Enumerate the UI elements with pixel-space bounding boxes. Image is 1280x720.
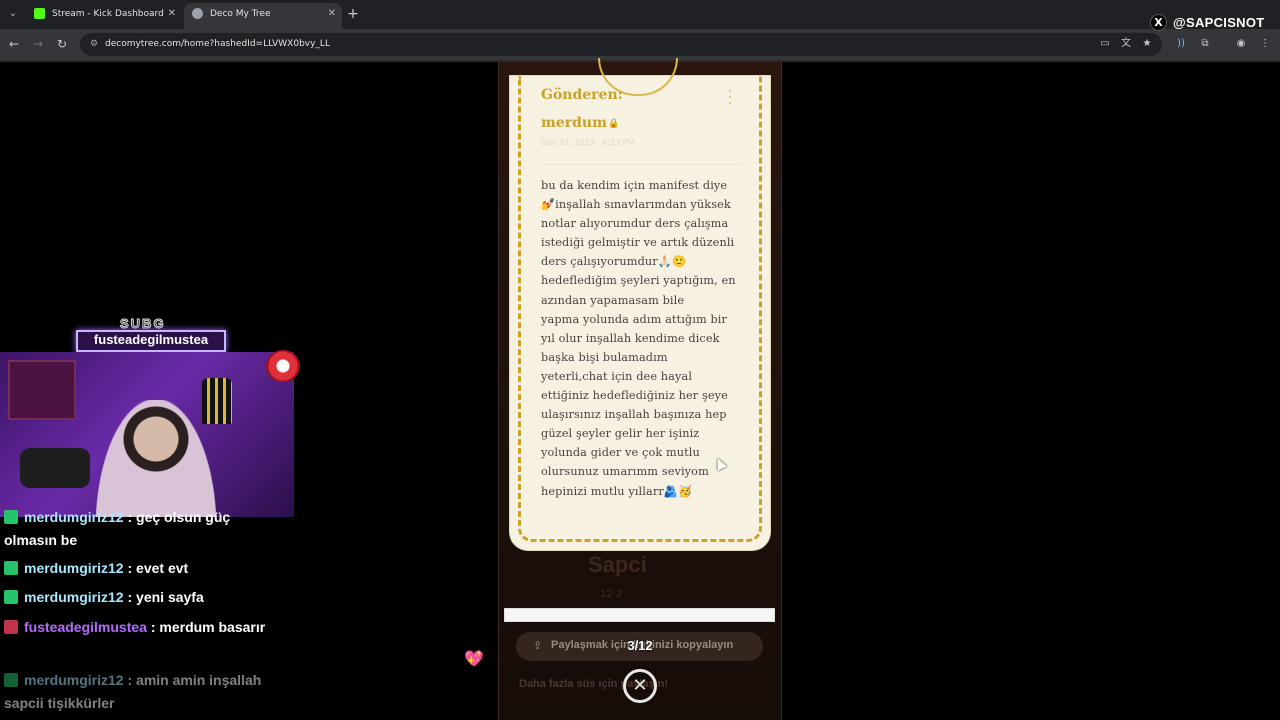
close-icon[interactable]: ✕ — [623, 669, 657, 703]
message-date: Dec 27, 2023 · 8:23 PM — [541, 138, 635, 147]
tab-search-icon[interactable]: ⌄ — [4, 5, 22, 23]
profile-icon[interactable]: ◉ — [1234, 37, 1248, 51]
chat-message: merdumgiriz12 : amin amin inşallah sapci… — [4, 669, 274, 715]
page-counter: 3/12 — [627, 638, 653, 653]
menu-kebab-icon[interactable]: ⋮ — [1258, 37, 1272, 51]
address-bar[interactable]: ⚙ decomytree.com/home?hashedId=LLVWX0bvy… — [80, 33, 1162, 56]
chat-message: merdumgiriz12 : geç olsun güç olmasın be — [4, 506, 274, 552]
chat-message: merdumgiriz12 : yeni sayfa — [4, 586, 274, 609]
x-handle-overlay: X @SAPCISNOT — [1150, 11, 1265, 33]
chat-username: merdumgiriz12 — [24, 672, 124, 688]
new-tab-button[interactable]: + — [346, 5, 360, 23]
owner-name: Sapci — [588, 552, 647, 577]
sub-alert-label: SUBG — [120, 316, 166, 332]
microphone — [20, 448, 90, 488]
chat-message: fusteadegilmustea : merdum basarır — [4, 616, 274, 639]
tab-label: Deco My Tree — [210, 9, 271, 19]
tab-kick-dashboard[interactable]: Stream - Kick Dashboard ✕ — [26, 3, 182, 29]
close-icon[interactable]: ✕ — [168, 3, 176, 25]
extension-icon[interactable]: )) — [1174, 37, 1188, 51]
gift-icon — [266, 350, 300, 382]
url-text: decomytree.com/home?hashedId=LLVWX0bvy_L… — [105, 39, 330, 49]
tab-label: Stream - Kick Dashboard — [52, 9, 164, 19]
owner-stats: 12 2 — [600, 589, 623, 600]
tab-bar: ⌄ Stream - Kick Dashboard ✕ Deco My Tree… — [0, 0, 1280, 29]
sub-alert-name: fusteadegilmustea — [93, 332, 209, 347]
translate-icon[interactable]: 文 — [1119, 37, 1133, 51]
sub-badge-icon — [4, 620, 18, 634]
cast-icon[interactable]: ▭ — [1098, 37, 1112, 51]
close-icon[interactable]: ✕ — [328, 3, 336, 25]
chat-text: : yeni sayfa — [127, 589, 204, 605]
chat-username: merdumgiriz12 — [24, 509, 124, 525]
forward-arrow-icon[interactable]: → — [30, 36, 46, 52]
streamer — [96, 400, 216, 517]
message-body: bu da kendim için manifest diye 💅inşalla… — [541, 179, 736, 498]
sub-badge-icon — [4, 510, 18, 524]
card-divider — [541, 164, 741, 165]
chat-message: merdumgiriz12 : evet evt — [4, 557, 274, 580]
wall-art — [8, 360, 76, 420]
screen: { "browser": { "tabs": [ {"label": "Stre… — [0, 0, 1280, 720]
chat-username: merdumgiriz12 — [24, 589, 124, 605]
progress-bar — [504, 608, 775, 622]
x-handle: @SAPCISNOT — [1173, 14, 1265, 30]
card-menu-icon[interactable]: · · · — [726, 85, 734, 109]
chat-username: fusteadegilmustea — [24, 619, 147, 635]
share-icon: ⇪ — [533, 639, 543, 652]
back-arrow-icon[interactable]: ← — [6, 36, 22, 52]
chat-username: merdumgiriz12 — [24, 560, 124, 576]
site-info-icon[interactable]: ⚙ — [88, 38, 100, 50]
lock-icon: 🔒 — [608, 119, 620, 129]
sub-badge-icon — [4, 561, 18, 575]
bookmark-star-icon[interactable]: ★ — [1140, 37, 1154, 51]
sender-label: Gönderen: — [541, 87, 623, 103]
x-logo-icon: X — [1150, 13, 1167, 31]
sub-badge-icon — [4, 590, 18, 604]
tab-deco-my-tree[interactable]: Deco My Tree ✕ — [184, 3, 342, 29]
reload-icon[interactable]: ↻ — [54, 36, 70, 52]
hearts-icon: 💖 — [464, 649, 484, 668]
extensions-puzzle-icon[interactable]: ⧉ — [1198, 37, 1212, 51]
sub-badge-icon — [4, 673, 18, 687]
globe-icon — [192, 8, 203, 19]
sender-name: merdum — [541, 115, 607, 131]
kick-favicon-icon — [34, 8, 45, 19]
browser-toolbar: ← → ↻ ⚙ decomytree.com/home?hashedId=LLV… — [0, 29, 1280, 60]
chat-text: : evet evt — [127, 560, 189, 576]
webcam-feed — [0, 352, 294, 517]
chat-text: : merdum basarır — [150, 619, 266, 635]
